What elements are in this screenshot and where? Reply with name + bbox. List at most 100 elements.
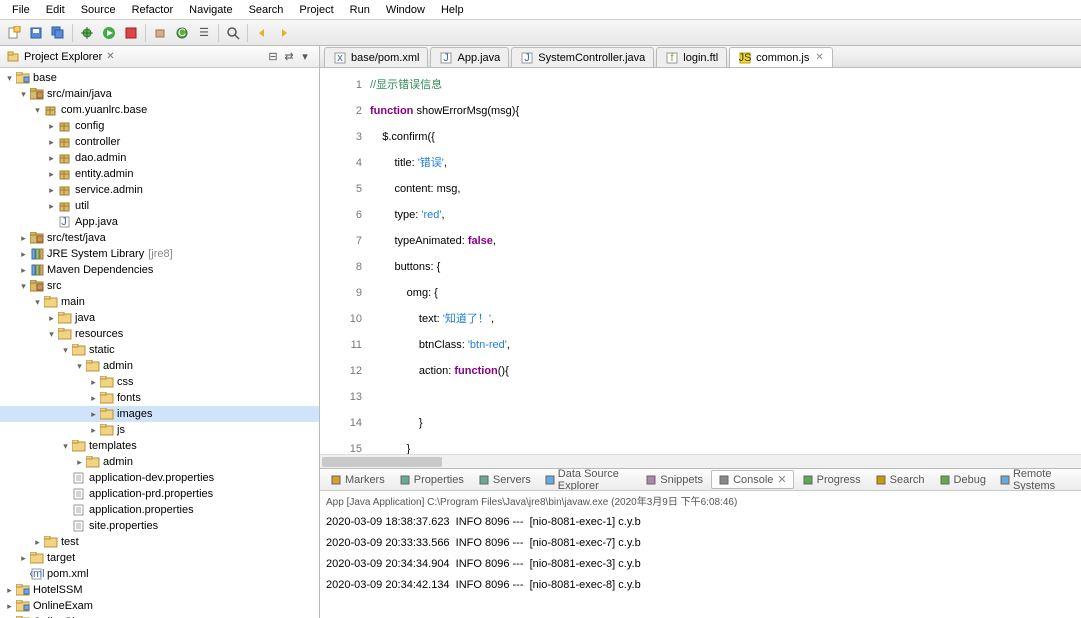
- tree-node[interactable]: ▾src/main/java: [0, 86, 319, 102]
- save-icon[interactable]: [26, 23, 46, 43]
- tree-node[interactable]: ▸util: [0, 198, 319, 214]
- twist-open-icon[interactable]: ▾: [60, 441, 71, 452]
- menu-window[interactable]: Window: [378, 2, 433, 18]
- twist-open-icon[interactable]: ▾: [46, 329, 57, 340]
- bottom-tab-snippets[interactable]: Snippets: [639, 472, 709, 488]
- close-tab-icon[interactable]: ✕: [815, 52, 823, 63]
- tree-node[interactable]: ▾com.yuanlrc.base: [0, 102, 319, 118]
- tree-node[interactable]: ▸images: [0, 406, 319, 422]
- tree-node[interactable]: ▸src/test/java: [0, 230, 319, 246]
- twist-closed-icon[interactable]: ▸: [88, 393, 99, 404]
- twist-closed-icon[interactable]: ▸: [46, 137, 57, 148]
- twist-closed-icon[interactable]: ▸: [4, 601, 15, 612]
- editor-tab[interactable]: flogin.ftl: [656, 47, 727, 67]
- tree-node[interactable]: ▸controller: [0, 134, 319, 150]
- tree-node[interactable]: xmlpom.xml: [0, 566, 319, 582]
- new-class-icon[interactable]: C: [172, 23, 192, 43]
- collapse-all-icon[interactable]: ⊟: [265, 49, 281, 65]
- code-editor[interactable]: 123456789101112131415 //显示错误信息function s…: [320, 68, 1081, 454]
- code-line[interactable]: function showErrorMsg(msg){: [370, 98, 1081, 124]
- menu-file[interactable]: File: [4, 2, 38, 18]
- code-line[interactable]: $.confirm({: [370, 124, 1081, 150]
- twist-open-icon[interactable]: ▾: [32, 297, 43, 308]
- code-line[interactable]: }: [370, 410, 1081, 436]
- code-line[interactable]: buttons: {: [370, 254, 1081, 280]
- tree-node[interactable]: ▾admin: [0, 358, 319, 374]
- tree-node[interactable]: ▸admin: [0, 454, 319, 470]
- tree-node[interactable]: site.properties: [0, 518, 319, 534]
- twist-open-icon[interactable]: ▾: [74, 361, 85, 372]
- tree-node[interactable]: ▸test: [0, 534, 319, 550]
- tree-node[interactable]: application.properties: [0, 502, 319, 518]
- tree-node[interactable]: ▸css: [0, 374, 319, 390]
- code-line[interactable]: //显示错误信息: [370, 72, 1081, 98]
- tree-node[interactable]: ▸service.admin: [0, 182, 319, 198]
- menu-navigate[interactable]: Navigate: [181, 2, 240, 18]
- link-editor-icon[interactable]: ⇄: [281, 49, 297, 65]
- menu-project[interactable]: Project: [291, 2, 341, 18]
- editor-tab[interactable]: JApp.java: [430, 47, 509, 67]
- forward-icon[interactable]: [274, 23, 294, 43]
- bottom-tab-progress[interactable]: Progress: [796, 472, 867, 488]
- twist-closed-icon[interactable]: ▸: [18, 233, 29, 244]
- twist-open-icon[interactable]: ▾: [18, 281, 29, 292]
- code-line[interactable]: title: '错误',: [370, 150, 1081, 176]
- tree-node[interactable]: ▸OnlineShop: [0, 614, 319, 618]
- twist-open-icon[interactable]: ▾: [4, 73, 15, 84]
- twist-closed-icon[interactable]: ▸: [4, 585, 15, 596]
- bottom-tab-data-source-explorer[interactable]: Data Source Explorer: [539, 469, 637, 491]
- bottom-tab-properties[interactable]: Properties: [393, 472, 470, 488]
- code-line[interactable]: type: 'red',: [370, 202, 1081, 228]
- tree-node[interactable]: application-dev.properties: [0, 470, 319, 486]
- tree-node[interactable]: application-prd.properties: [0, 486, 319, 502]
- tree-node[interactable]: ▸dao.admin: [0, 150, 319, 166]
- save-all-icon[interactable]: [48, 23, 68, 43]
- editor-tab[interactable]: JScommon.js✕: [729, 47, 833, 67]
- bottom-tab-servers[interactable]: Servers: [472, 472, 537, 488]
- twist-closed-icon[interactable]: ▸: [88, 425, 99, 436]
- console-output[interactable]: 2020-03-09 18:38:37.623 INFO 8096 --- [n…: [320, 510, 1081, 618]
- twist-closed-icon[interactable]: ▸: [18, 553, 29, 564]
- search-icon[interactable]: [223, 23, 243, 43]
- code-line[interactable]: text: '知道了！',: [370, 306, 1081, 332]
- code-line[interactable]: [370, 384, 1081, 410]
- twist-closed-icon[interactable]: ▸: [46, 121, 57, 132]
- close-icon[interactable]: ✕: [777, 473, 786, 486]
- tree-node[interactable]: ▾templates: [0, 438, 319, 454]
- tree-node[interactable]: ▾main: [0, 294, 319, 310]
- bottom-tab-debug[interactable]: Debug: [933, 472, 992, 488]
- open-type-icon[interactable]: ☰: [194, 23, 214, 43]
- menu-run[interactable]: Run: [342, 2, 378, 18]
- twist-closed-icon[interactable]: ▸: [18, 265, 29, 276]
- run-icon[interactable]: [99, 23, 119, 43]
- twist-closed-icon[interactable]: ▸: [18, 249, 29, 260]
- bottom-tab-markers[interactable]: Markers: [324, 472, 391, 488]
- debug-icon[interactable]: [77, 23, 97, 43]
- twist-closed-icon[interactable]: ▸: [46, 201, 57, 212]
- tree-node[interactable]: ▾base: [0, 70, 319, 86]
- panel-close-icon[interactable]: ✕: [106, 51, 114, 62]
- tree-node[interactable]: ▸fonts: [0, 390, 319, 406]
- twist-open-icon[interactable]: ▾: [18, 89, 29, 100]
- tree-node[interactable]: ▸JRE System Library[jre8]: [0, 246, 319, 262]
- twist-closed-icon[interactable]: ▸: [46, 153, 57, 164]
- twist-closed-icon[interactable]: ▸: [46, 313, 57, 324]
- twist-open-icon[interactable]: ▾: [32, 105, 43, 116]
- code-line[interactable]: content: msg,: [370, 176, 1081, 202]
- tree-node[interactable]: ▸java: [0, 310, 319, 326]
- twist-closed-icon[interactable]: ▸: [74, 457, 85, 468]
- code-line[interactable]: action: function(){: [370, 358, 1081, 384]
- tree-node[interactable]: ▸entity.admin: [0, 166, 319, 182]
- menu-edit[interactable]: Edit: [38, 2, 73, 18]
- tree-node[interactable]: ▸target: [0, 550, 319, 566]
- editor-tab[interactable]: xbase/pom.xml: [324, 47, 428, 67]
- editor-horizontal-scrollbar[interactable]: [320, 454, 1081, 468]
- twist-open-icon[interactable]: ▾: [60, 345, 71, 356]
- tree-node[interactable]: ▸js: [0, 422, 319, 438]
- bottom-tab-remote-systems[interactable]: Remote Systems: [994, 469, 1077, 491]
- tree-node[interactable]: ▾static: [0, 342, 319, 358]
- twist-closed-icon[interactable]: ▸: [88, 409, 99, 420]
- code-line[interactable]: btnClass: 'btn-red',: [370, 332, 1081, 358]
- back-icon[interactable]: [252, 23, 272, 43]
- project-tree[interactable]: ▾base▾src/main/java▾com.yuanlrc.base ▸con…: [0, 68, 319, 618]
